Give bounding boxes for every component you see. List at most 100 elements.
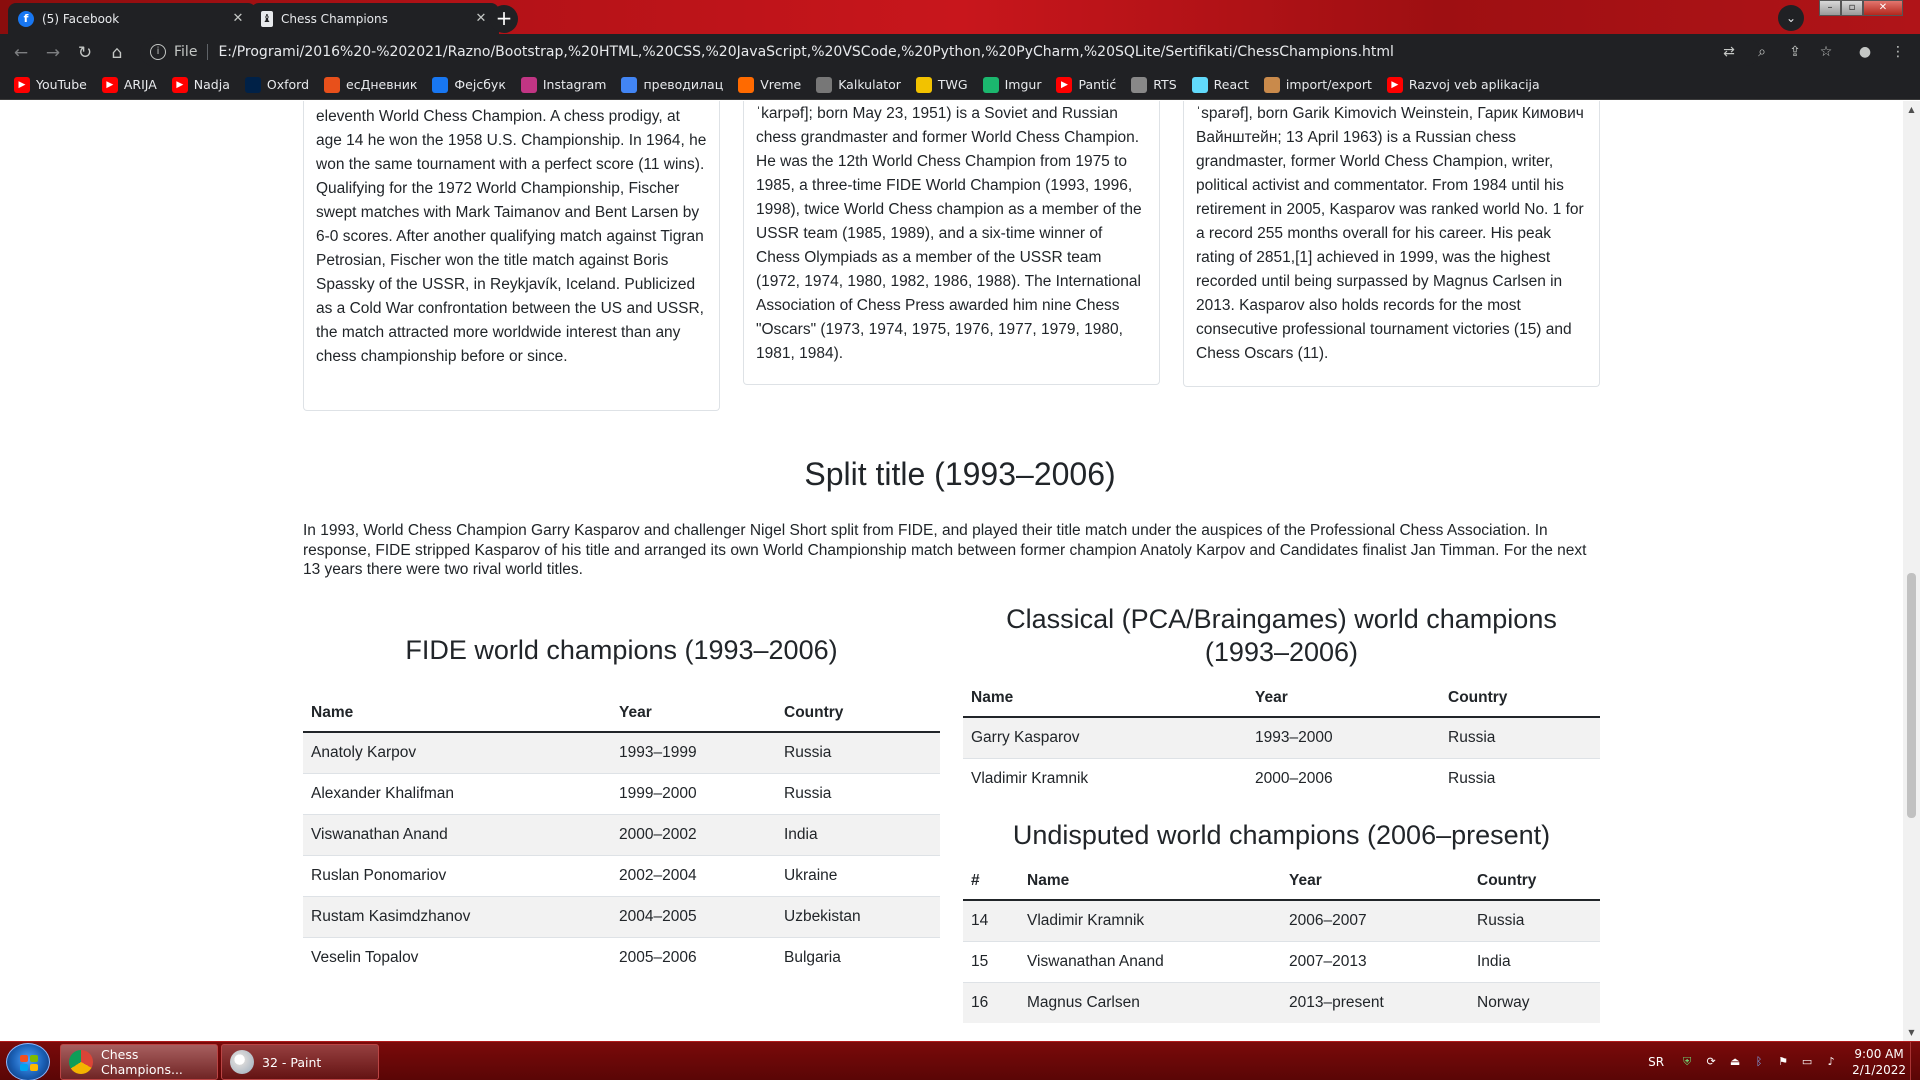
address-bar[interactable]: i File E:/Programi/2016%20-%202021/Razno… <box>140 38 1760 66</box>
table-cell: Magnus Carlsen <box>1019 981 1281 1023</box>
bookmark-item[interactable]: React <box>1191 76 1249 93</box>
table-cell: Viswanathan Anand <box>303 813 611 855</box>
table-row: Rustam Kasimdzhanov 2004–2005 Uzbekistan <box>303 895 940 937</box>
sync-icon[interactable]: ⟳ <box>1704 1055 1718 1069</box>
security-shield-icon[interactable]: ⛨ <box>1680 1055 1694 1069</box>
react-icon <box>1191 76 1208 93</box>
bookmark-item[interactable]: преводилац <box>621 76 723 93</box>
chess-piece-icon: ♝ <box>261 10 273 27</box>
show-desktop-button[interactable] <box>1910 1042 1920 1080</box>
browser-toolbar: ← → ↻ ⌂ i File E:/Programi/2016%20-%2020… <box>0 34 1920 70</box>
facebook-icon <box>432 76 449 93</box>
card-text: ˈkarpəf]; born May 23, 1951) is a Soviet… <box>756 105 1142 362</box>
maximize-button[interactable]: ▫ <box>1841 0 1863 16</box>
table-row: Viswanathan Anand 2000–2002 India <box>303 813 940 855</box>
imgur-icon <box>982 76 999 93</box>
usb-device-icon[interactable]: ⏏ <box>1728 1055 1742 1069</box>
zoom-icon[interactable]: ⌕ <box>1752 43 1772 61</box>
paint-icon <box>230 1050 254 1074</box>
bookmark-item[interactable]: Instagram <box>520 76 607 93</box>
scrollbar-thumb[interactable] <box>1907 573 1916 818</box>
table-row: 14 Vladimir Kramnik 2006–2007 Russia <box>963 899 1600 941</box>
network-icon[interactable]: ▭ <box>1800 1055 1814 1069</box>
column-header: Country <box>1469 862 1600 901</box>
bookmark-item[interactable]: ▶ Nadja <box>171 76 230 93</box>
clock-time: 9:00 AM <box>1854 1046 1904 1061</box>
bookmark-item[interactable]: ▶ Razvoj veb aplikacija <box>1386 76 1540 93</box>
bookmark-label: TWG <box>937 77 968 92</box>
translate-icon <box>621 76 638 93</box>
table-cell: Russia <box>1469 899 1600 941</box>
share-icon[interactable]: ⇪ <box>1785 43 1805 61</box>
table-cell: Garry Kasparov <box>963 716 1247 758</box>
start-button[interactable] <box>6 1043 50 1080</box>
table-cell: 15 <box>963 940 1019 982</box>
bookmark-item[interactable]: RTS <box>1131 76 1177 93</box>
bookmark-item[interactable]: ▶ ARIJA <box>101 76 157 93</box>
table-cell: India <box>776 813 940 855</box>
bookmark-item[interactable]: TWG <box>915 76 968 93</box>
action-center-flag-icon[interactable]: ⚑ <box>1776 1055 1790 1069</box>
close-tab-icon[interactable]: ✕ <box>473 11 489 26</box>
bookmark-item[interactable]: есДневник <box>324 76 417 93</box>
oup-icon <box>244 76 261 93</box>
bookmark-item[interactable]: Imgur <box>982 76 1042 93</box>
bookmark-item[interactable]: Vreme <box>738 76 801 93</box>
taskbar-item-paint[interactable]: 32 - Paint <box>221 1044 379 1080</box>
column-header: Name <box>963 679 1247 718</box>
menu-kebab-icon[interactable]: ⋮ <box>1888 43 1908 61</box>
chrome-icon <box>69 1050 93 1074</box>
tab-chess-champions[interactable]: ♝ Chess Champions ✕ <box>251 3 499 34</box>
new-tab-button[interactable]: + <box>490 5 518 33</box>
undisputed-champions-heading: Undisputed world champions (2006–present… <box>1012 820 1551 850</box>
bookmark-item[interactable]: ▶ YouTube <box>14 76 87 93</box>
bluetooth-icon[interactable]: ᛒ <box>1752 1055 1766 1069</box>
translate-icon[interactable]: ⇄ <box>1719 43 1739 61</box>
scroll-up-arrow-icon[interactable]: ▲ <box>1903 101 1920 118</box>
tab-facebook[interactable]: f (5) Facebook ✕ <box>8 3 256 34</box>
language-indicator[interactable]: SR <box>1648 1055 1664 1069</box>
minimize-button[interactable]: – <box>1819 0 1841 16</box>
close-window-button[interactable]: ✕ <box>1863 0 1903 16</box>
tab-search-button[interactable]: ⌄ <box>1778 5 1804 31</box>
scroll-down-arrow-icon[interactable]: ▼ <box>1903 1024 1920 1041</box>
home-icon[interactable]: ⌂ <box>106 42 128 64</box>
forward-arrow-icon[interactable]: → <box>42 42 64 64</box>
profile-avatar-icon[interactable]: ● <box>1855 43 1875 61</box>
undisputed-champions-table: # Name Year Country 14 Vladimir Kramnik 20… <box>963 862 1600 1023</box>
bookmark-label: Instagram <box>542 77 607 92</box>
calculator-icon <box>816 76 833 93</box>
reload-icon[interactable]: ↻ <box>74 42 96 64</box>
bookmark-item[interactable]: Фејсбук <box>432 76 506 93</box>
table-cell: Veselin Topalov <box>303 936 611 978</box>
table-cell: 2004–2005 <box>611 895 776 937</box>
classical-champions-heading: Classical (PCA/Braingames) world champio… <box>1006 604 1557 667</box>
bookmarks-folder-icon <box>1263 76 1280 93</box>
volume-icon[interactable]: ♪ <box>1824 1055 1838 1069</box>
site-info-icon[interactable]: i <box>150 44 166 60</box>
table-cell: 16 <box>963 981 1019 1023</box>
tab-title: Chess Champions <box>281 11 388 26</box>
bookmark-item[interactable]: import/export <box>1263 76 1372 93</box>
card-text: ˈsparəf], born Garik Kimovich Weinstein,… <box>1196 105 1584 362</box>
column-header: Name <box>1019 862 1281 901</box>
back-arrow-icon[interactable]: ← <box>10 42 32 64</box>
taskbar-item-chrome[interactable]: Chess Champions... <box>60 1044 218 1080</box>
table-cell: 2002–2004 <box>611 854 776 896</box>
clock[interactable]: 9:00 AM 2/1/2022 <box>1852 1046 1906 1078</box>
table-row: 16 Magnus Carlsen 2013–present Norway <box>963 981 1600 1023</box>
table-cell: Alexander Khalifman <box>303 772 611 814</box>
column-header: Country <box>1440 679 1600 718</box>
bookmark-star-icon[interactable]: ☆ <box>1816 43 1836 61</box>
bookmark-item[interactable]: Oxford <box>244 76 309 93</box>
vertical-scrollbar[interactable]: ▲ ▼ <box>1903 101 1920 1041</box>
bookmark-label: Imgur <box>1004 77 1042 92</box>
fide-champions-table: Name Year Country Anatoly Karpov 1993–199… <box>303 694 940 978</box>
close-tab-icon[interactable]: ✕ <box>230 11 246 26</box>
table-cell: India <box>1469 940 1600 982</box>
table-cell: 1993–2000 <box>1247 716 1440 758</box>
bookmark-item[interactable]: ▶ Pantić <box>1056 76 1116 93</box>
bookmark-item[interactable]: Kalkulator <box>816 76 901 93</box>
column-header: Year <box>611 694 776 733</box>
column-header: Name <box>303 694 611 733</box>
